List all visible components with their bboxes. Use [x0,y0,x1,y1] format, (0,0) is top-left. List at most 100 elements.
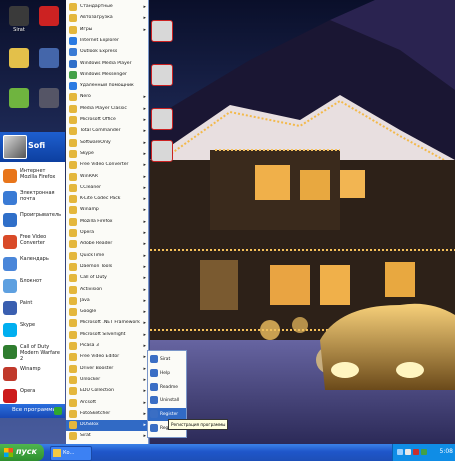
volume-icon[interactable] [405,449,411,455]
program-menu-item[interactable]: SoftwareOnly ▸ [66,138,148,149]
program-menu-item[interactable]: Media Player Classic ▸ [66,104,148,115]
submenu-item-label: Uninstall [160,398,180,404]
program-menu-item[interactable]: Driver Booster ▸ [66,364,148,375]
pinned-item-notepad[interactable]: Блокнот [0,276,65,296]
program-menu-item[interactable]: Автозагрузка ▸ [66,13,148,24]
program-menu-item-label: EDU Collection [80,388,114,394]
program-menu-item-label: K-Lite Codec Pack [80,196,121,202]
program-menu-item[interactable]: QuickTime ▸ [66,251,148,262]
program-menu-item[interactable]: Winamp ▸ [66,205,148,216]
submenu-arrow-icon: ▸ [143,252,146,259]
folder-icon [69,217,77,226]
program-menu-item[interactable]: Free Video Editor ▸ [66,352,148,363]
program-menu-item[interactable]: Windows Media Player [66,59,148,70]
avatar[interactable] [3,135,27,159]
program-menu-item[interactable]: Sirat ▸ [66,431,148,442]
submenu-item[interactable]: Sirat [148,353,186,366]
program-menu-item[interactable]: Picasa 3 ▸ [66,341,148,352]
pinned-item-video-converter[interactable]: Free Video Converter [0,232,65,252]
taskbar-button[interactable]: Ко... [50,446,92,461]
programs-menu: Стандартные ▸ Автозагрузка ▸ Игры ▸ Internet E… [66,0,149,444]
messenger-icon[interactable] [421,449,427,455]
pinned-item-skype[interactable]: Skype [0,320,65,340]
paint-icon [3,301,17,315]
start-menu: Sofi Интернет Mozilla Firefox Электронна… [0,0,149,444]
skype-icon [3,323,17,337]
folder-icon [69,104,77,113]
program-menu-item[interactable]: Microsoft Silverlight ▸ [66,330,148,341]
desktop-icon-pdf-1[interactable] [145,20,179,42]
submenu-arrow-icon: ▸ [143,241,146,248]
desktop-icon-pdf-3[interactable] [145,108,179,130]
pinned-item-calendar[interactable]: Календарь [0,254,65,274]
program-menu-item-label: Unlocker [80,376,101,382]
program-menu-item[interactable]: Стандартные ▸ [66,2,148,13]
program-menu-item[interactable]: Google ▸ [66,307,148,318]
program-menu-item[interactable]: Игры ▸ [66,25,148,36]
start-button[interactable]: пуск [0,444,44,461]
program-menu-item[interactable]: FotoSketcher ▸ [66,409,148,420]
all-programs-button[interactable]: Все программы [0,404,65,418]
program-menu-item[interactable]: Microsoft .NET Framework ▸ [66,318,148,329]
program-menu-item[interactable]: CCleaner ▸ [66,183,148,194]
program-menu-item-label: QuickTime [80,252,105,258]
program-menu-item[interactable]: Call of Duty ▸ [66,273,148,284]
pinned-item-game[interactable]: Call of Duty Modern Warfare 2 [0,342,65,362]
program-menu-item[interactable]: Java ▸ [66,296,148,307]
pinned-item-firefox[interactable]: Интернет Mozilla Firefox [0,166,65,186]
program-menu-item-label: Удаленный помощник [80,83,134,89]
program-menu-item[interactable]: Internet Explorer [66,36,148,47]
program-menu-item[interactable]: Total Commander ▸ [66,126,148,137]
program-menu-item[interactable]: Outlook Express [66,47,148,58]
folder-icon [69,319,77,328]
program-menu-item[interactable]: Arcsoft ▸ [66,398,148,409]
submenu-item[interactable]: Help [148,367,186,380]
antivirus-icon[interactable] [413,449,419,455]
pinned-item-player[interactable]: Проигрыватель [0,210,65,230]
folder-icon [69,353,77,362]
pinned-item-mail[interactable]: Электронная почта [0,188,65,208]
submenu-item-label: Register [160,412,179,418]
folder-icon [69,421,77,430]
program-menu-item-label: Outlook Express [80,49,118,55]
program-menu-item[interactable]: DOSBox ▸ [66,420,148,432]
pinned-item-winamp[interactable]: Winamp [0,364,65,384]
submenu-item[interactable]: Uninstall [148,394,186,407]
key-icon [150,410,158,419]
program-menu-item[interactable]: EDU Collection ▸ [66,386,148,397]
folder-icon [69,172,77,181]
submenu-arrow-icon: ▸ [143,105,146,112]
program-menu-item[interactable]: Microsoft Office ▸ [66,115,148,126]
pinned-item-opera[interactable]: Opera [0,386,65,406]
submenu-item[interactable]: Readme [148,381,186,394]
program-menu-item-label: Skype [80,150,94,156]
user-panel: Sofi [0,132,65,163]
program-menu-item[interactable]: Windows Messenger [66,70,148,81]
folder-icon [69,195,77,204]
program-menu-item[interactable]: Skype ▸ [66,149,148,160]
calendar-icon [3,257,17,271]
program-menu-item-label: Microsoft .NET Framework [80,320,140,326]
network-icon[interactable] [397,449,403,455]
desktop-icon-pdf-4[interactable] [145,140,179,162]
program-menu-item[interactable]: Unlocker ▸ [66,375,148,386]
program-menu-item[interactable]: Adobe Reader ▸ [66,239,148,250]
program-menu-item[interactable]: Daemon Tools ▸ [66,262,148,273]
pinned-item-paint[interactable]: Paint [0,298,65,318]
folder-icon [69,342,77,350]
submenu-arrow-icon: ▸ [143,196,146,203]
program-menu-item[interactable]: Opera ▸ [66,228,148,239]
program-menu-item[interactable]: Удаленный помощник [66,81,148,92]
desktop-icon-pdf-2[interactable] [145,64,179,86]
program-menu-item[interactable]: Free Video Converter ▸ [66,160,148,171]
program-menu-item[interactable]: Mozilla Firefox ▸ [66,217,148,228]
firefox-icon [3,169,17,183]
program-menu-item[interactable]: K-Lite Codec Pack ▸ [66,194,148,205]
program-menu-item[interactable]: Nero ▸ [66,92,148,103]
pdf-icon [151,108,173,130]
submenu-arrow-icon: ▸ [143,297,146,304]
program-menu-item[interactable]: WinRAR ▸ [66,172,148,183]
folder-icon [69,93,77,102]
program-menu-item[interactable]: Activision ▸ [66,285,148,296]
folder-icon [69,127,77,136]
